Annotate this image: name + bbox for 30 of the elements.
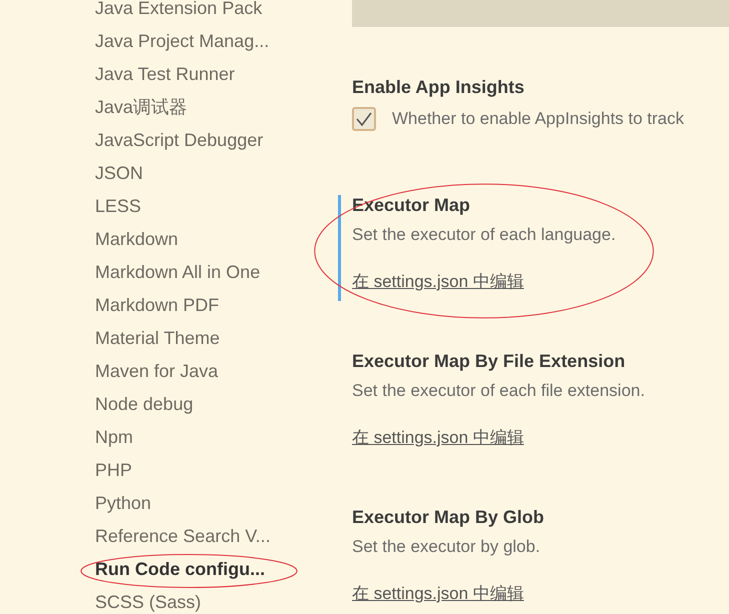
sidebar-item[interactable]: Java Project Manag... bbox=[95, 28, 270, 55]
sidebar-item[interactable]: Python bbox=[95, 490, 152, 517]
setting-title: Executor Map bbox=[352, 195, 472, 215]
sidebar-item[interactable]: Material Theme bbox=[95, 325, 220, 352]
sidebar-item[interactable]: Maven for Java bbox=[95, 358, 218, 385]
edit-link[interactable]: 在 settings.json 中编辑 bbox=[352, 584, 524, 604]
sidebar-item[interactable]: Markdown bbox=[95, 226, 178, 253]
sidebar-item[interactable]: JavaScript Debugger bbox=[95, 127, 264, 154]
sidebar-item[interactable]: PHP bbox=[95, 457, 132, 484]
setting-description: Set the executor of each language. bbox=[352, 225, 617, 245]
sidebar-item[interactable]: Java Test Runner bbox=[95, 61, 235, 88]
sidebar-item[interactable]: Markdown All in One bbox=[95, 259, 260, 286]
sidebar-item[interactable]: LESS bbox=[95, 193, 142, 220]
setting-description: Set the executor by glob. bbox=[352, 537, 542, 557]
sidebar-item[interactable]: JSON bbox=[95, 160, 144, 187]
sidebar-item[interactable]: Reference Search V... bbox=[95, 523, 270, 550]
sidebar-item[interactable]: Npm bbox=[95, 424, 134, 451]
checkbox[interactable] bbox=[352, 107, 376, 131]
sidebar-item[interactable]: SCSS (Sass) bbox=[95, 589, 202, 614]
edit-link[interactable]: 在 settings.json 中编辑 bbox=[352, 272, 524, 292]
setting-title: Enable App Insights bbox=[352, 77, 526, 97]
sidebar-item[interactable]: Node debug bbox=[95, 391, 194, 418]
setting-description: Set the executor of each file extension. bbox=[352, 381, 646, 401]
sidebar-item[interactable]: Markdown PDF bbox=[95, 292, 220, 319]
sidebar-item[interactable]: Java调试器 bbox=[95, 94, 188, 121]
edit-link[interactable]: 在 settings.json 中编辑 bbox=[352, 428, 524, 448]
setting-title: Executor Map By File Extension bbox=[352, 351, 626, 371]
setting-title: Executor Map By Glob bbox=[352, 507, 546, 527]
setting-description: Whether to enable AppInsights to track bbox=[392, 108, 684, 130]
sidebar-item[interactable]: Java Extension Pack bbox=[95, 0, 262, 22]
